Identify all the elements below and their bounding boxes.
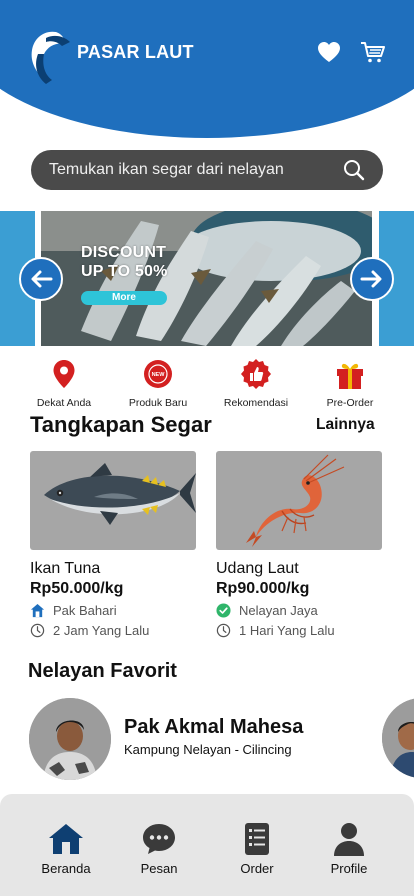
nav-messages[interactable]: Pesan [119,822,199,876]
seller-name: Pak Bahari [53,603,117,618]
carousel-prev-button[interactable] [19,257,63,301]
store-icon [30,603,45,618]
fisher-location: Kampung Nelayan - Cilincing [124,742,292,757]
app-title: PASAR LAUT [77,42,194,62]
product-card[interactable]: Ikan Tuna Rp50.000/kg Pak Bahari 2 Jam Y… [30,451,196,638]
product-name: Ikan Tuna [30,560,101,577]
clock-icon [216,623,231,638]
cart-icon[interactable] [360,40,386,64]
product-price: Rp50.000/kg [30,580,124,597]
home-icon [49,824,83,854]
product-seller: Pak Bahari [30,603,196,618]
category-label: Pre-Order [326,397,374,409]
heart-icon[interactable] [316,40,342,64]
product-name: Udang Laut [216,560,299,577]
promo-banner[interactable]: DISCOUNT UP TO 50% More [41,211,372,346]
search-icon[interactable] [343,159,365,181]
category-new-products[interactable]: NEW Produk Baru [118,358,198,409]
category-label: Dekat Anda [36,397,92,409]
section-title-favorite-fishers: Nelayan Favorit [28,660,177,682]
see-more-link[interactable]: Lainnya [316,416,375,434]
nav-orders[interactable]: Order [217,822,297,876]
nav-label: Profile [330,861,368,876]
chat-icon [143,824,175,854]
search-bar[interactable] [31,150,383,190]
nav-profile[interactable]: Profile [309,822,389,876]
product-time: 2 Jam Yang Lalu [30,623,196,638]
posted-time: 2 Jam Yang Lalu [53,623,150,638]
avatar[interactable] [382,698,414,778]
nav-home[interactable]: Beranda [26,822,106,876]
fisher-photo [29,698,111,780]
shrimp-image [246,454,345,547]
category-label: Produk Baru [128,397,188,409]
order-list-icon [245,823,269,855]
promo-text-discount: DISCOUNT [81,244,167,261]
clock-icon [30,623,45,638]
product-price: Rp90.000/kg [216,580,310,597]
product-image [216,451,382,550]
avatar[interactable] [29,698,111,780]
fisher-photo [382,698,414,778]
category-pre-order[interactable]: Pre-Order [310,358,390,409]
promo-more-button[interactable]: More [81,291,167,305]
new-badge-icon: NEW [144,360,172,388]
arrow-right-icon [360,270,382,288]
search-input[interactable] [49,161,343,179]
nav-label: Order [240,861,274,876]
category-nearby[interactable]: Dekat Anda [24,358,104,409]
app-screen: PASAR LAUT Temukan ikan segar dari nelay… [0,0,414,896]
tuna-image [44,463,196,525]
fisher-name: Pak Akmal Mahesa [124,716,304,738]
nav-label: Beranda [41,861,91,876]
nav-label: Pesan [140,861,178,876]
location-pin-icon [53,360,75,388]
user-icon [334,823,364,856]
category-recommendation[interactable]: Rekomendasi [216,358,296,409]
product-image [30,451,196,550]
promo-text-amount: UP TO 50% [81,263,168,280]
carousel-next-button[interactable] [350,257,394,301]
section-title-fresh-catch: Tangkapan Segar [30,412,212,437]
verified-check-icon [216,603,231,618]
seller-name: Nelayan Jaya [239,603,318,618]
arrow-left-icon [31,270,53,288]
thumbs-up-icon [241,359,271,389]
product-time: 1 Hari Yang Lalu [216,623,382,638]
posted-time: 1 Hari Yang Lalu [239,623,335,638]
category-label: Rekomendasi [223,397,289,409]
fish-logo-icon [31,31,70,84]
product-card[interactable]: Udang Laut Rp90.000/kg Nelayan Jaya 1 Ha… [216,451,382,638]
product-seller: Nelayan Jaya [216,603,382,618]
gift-icon [337,363,363,389]
svg-text:NEW: NEW [152,372,166,378]
